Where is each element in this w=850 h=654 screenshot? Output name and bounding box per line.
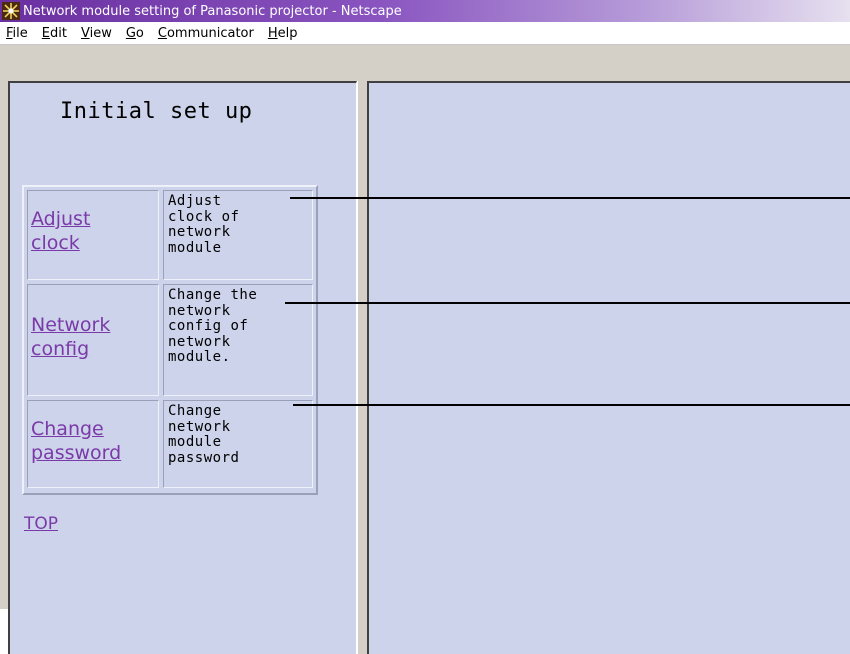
- menu-help-rest: elp: [277, 25, 298, 41]
- menu-communicator-rest: ommunicator: [166, 25, 254, 41]
- browser-window: Network module setting of Panasonic proj…: [0, 0, 850, 654]
- network-config-link[interactable]: Network config: [31, 313, 110, 361]
- window-title: Network module setting of Panasonic proj…: [23, 3, 402, 19]
- setup-menu-table: Adjust clock Adjust clock of network mod…: [22, 185, 318, 495]
- change-password-link[interactable]: Change password: [31, 417, 121, 465]
- menu-bar: File Edit View Go Communicator Help: [0, 22, 850, 45]
- menu-edit-rest: dit: [50, 25, 67, 41]
- menu-edit[interactable]: Edit: [42, 26, 67, 41]
- change-password-link-line2: password: [31, 442, 122, 464]
- network-config-link-line2: config: [31, 338, 90, 360]
- adjust-clock-link-line1: Adjust: [31, 208, 91, 230]
- browser-content: Initial set up Adjust clock Adjust clock…: [0, 45, 850, 654]
- desc-cell-network-config: Change the network config of network mod…: [163, 284, 313, 396]
- menu-help-mnemonic: H: [267, 25, 278, 41]
- link-cell-change-password: Change password: [27, 400, 159, 488]
- menu-view-rest: iew: [89, 25, 112, 41]
- menu-communicator-mnemonic: C: [157, 25, 167, 41]
- menu-view-mnemonic: V: [80, 25, 90, 41]
- adjust-clock-link[interactable]: Adjust clock: [31, 207, 90, 255]
- menu-view[interactable]: View: [81, 26, 112, 41]
- menu-go-mnemonic: G: [125, 25, 136, 41]
- network-config-link-line1: Network: [31, 314, 111, 336]
- change-password-description: Change network module password: [168, 403, 240, 466]
- link-cell-adjust-clock: Adjust clock: [27, 190, 159, 280]
- menu-file-rest: ile: [12, 25, 28, 41]
- page-heading: Initial set up: [60, 99, 253, 124]
- change-password-link-line1: Change: [31, 418, 104, 440]
- adjust-clock-link-line2: clock: [31, 232, 80, 254]
- link-cell-network-config: Network config: [27, 284, 159, 396]
- top-link[interactable]: TOP: [24, 514, 58, 534]
- netscape-icon: [2, 2, 20, 20]
- menu-edit-mnemonic: E: [41, 25, 50, 41]
- menu-go[interactable]: Go: [126, 26, 144, 41]
- menu-file[interactable]: File: [6, 26, 28, 41]
- desc-cell-adjust-clock: Adjust clock of network module: [163, 190, 313, 280]
- menu-go-rest: o: [135, 25, 144, 41]
- title-bar[interactable]: Network module setting of Panasonic proj…: [0, 0, 850, 22]
- callout-line-change-password: [293, 404, 850, 406]
- adjust-clock-description: Adjust clock of network module: [168, 193, 240, 256]
- menu-communicator[interactable]: Communicator: [158, 26, 254, 41]
- network-config-description: Change the network config of network mod…: [168, 287, 258, 365]
- frame-divider[interactable]: [357, 81, 367, 654]
- desc-cell-change-password: Change network module password: [163, 400, 313, 488]
- main-frame[interactable]: [367, 81, 850, 654]
- callout-line-adjust-clock: [290, 197, 850, 199]
- callout-line-network-config: [285, 302, 850, 304]
- menu-help[interactable]: Help: [268, 26, 298, 41]
